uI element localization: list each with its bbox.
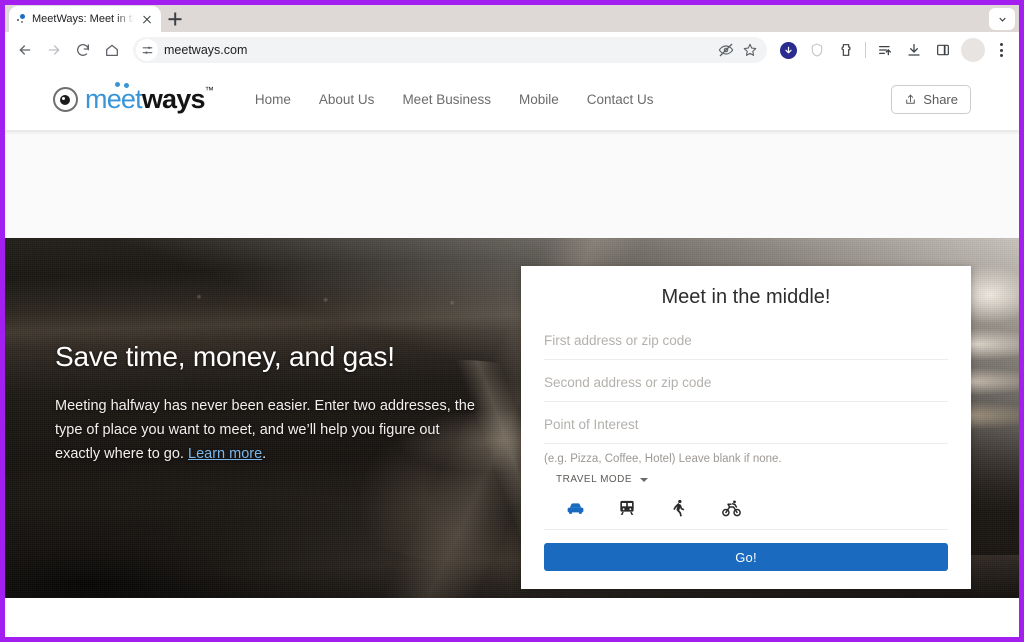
share-upload-icon	[906, 94, 916, 104]
travel-mode-walking-icon[interactable]	[668, 497, 690, 519]
reload-icon[interactable]	[69, 36, 97, 64]
shield-icon[interactable]	[803, 36, 831, 64]
three-dots-menu-icon[interactable]	[989, 37, 1013, 63]
back-arrow-icon[interactable]	[11, 36, 39, 64]
hero-heading: Save time, money, and gas!	[55, 341, 395, 372]
site-header: meetways™ Home About Us Meet Business Mo…	[5, 68, 1019, 130]
eye-logo-icon	[53, 86, 78, 112]
second-address-field[interactable]	[544, 374, 948, 402]
address-bar[interactable]: meetways.com	[133, 37, 767, 63]
home-icon[interactable]	[98, 36, 126, 64]
tab-title: MeetWays: Meet in the Midd	[32, 13, 134, 25]
hero-body-text-after: .	[262, 446, 267, 462]
travel-mode-dropdown[interactable]: TRAVEL MODE	[544, 474, 948, 485]
travel-mode-options	[544, 495, 948, 530]
go-button[interactable]: Go!	[544, 543, 948, 571]
page-viewport: meetways™ Home About Us Meet Business Mo…	[5, 68, 1019, 637]
address-bar-actions	[715, 39, 764, 61]
nav-item-about-us[interactable]: About Us	[319, 92, 375, 107]
logo-text-meet: meet	[85, 83, 143, 114]
tab-strip: MeetWays: Meet in the Midd	[5, 5, 1019, 32]
second-address-input[interactable]	[544, 375, 948, 390]
learn-more-link[interactable]: Learn more	[188, 446, 262, 462]
point-of-interest-field[interactable]	[544, 416, 948, 444]
travel-mode-label: TRAVEL MODE	[556, 474, 633, 485]
hero-section: Save time, money, and gas! Meeting halfw…	[5, 238, 1019, 598]
side-panel-icon[interactable]	[929, 36, 957, 64]
form-title: Meet in the middle!	[661, 286, 831, 308]
site-nav: Home About Us Meet Business Mobile Conta…	[255, 92, 654, 107]
travel-mode-transit-icon[interactable]	[616, 497, 638, 519]
extensions-puzzle-icon[interactable]	[832, 36, 860, 64]
meet-in-the-middle-form-card: Meet in the middle! (e.g. Pizza, Coffee,…	[521, 266, 971, 589]
forward-arrow-icon[interactable]	[40, 36, 68, 64]
logo-wordmark: meetways™	[85, 81, 214, 114]
browser-toolbar: meetways.com	[5, 32, 1019, 68]
travel-mode-car-icon[interactable]	[564, 497, 586, 519]
eye-off-icon[interactable]	[715, 39, 737, 61]
nav-item-contact-us[interactable]: Contact Us	[587, 92, 654, 107]
browser-tab-active[interactable]: MeetWays: Meet in the Midd	[9, 6, 161, 32]
first-address-input[interactable]	[544, 333, 948, 348]
nav-item-meet-business[interactable]: Meet Business	[402, 92, 491, 107]
logo-text-ways: ways	[141, 83, 206, 114]
nav-item-mobile[interactable]: Mobile	[519, 92, 559, 107]
star-icon[interactable]	[739, 39, 761, 61]
reading-list-icon[interactable]	[871, 36, 899, 64]
chevron-down-icon	[640, 477, 649, 482]
share-button-label: Share	[923, 91, 958, 107]
nav-item-home[interactable]: Home	[255, 92, 291, 107]
hero-copy: Save time, money, and gas! Meeting halfw…	[55, 341, 475, 466]
new-tab-icon[interactable]	[161, 6, 189, 32]
share-button[interactable]: Share	[891, 84, 971, 114]
first-address-field[interactable]	[544, 332, 948, 360]
url-text: meetways.com	[164, 43, 248, 57]
point-of-interest-helper-text: (e.g. Pizza, Coffee, Hotel) Leave blank …	[544, 453, 782, 465]
toolbar-divider	[865, 42, 866, 58]
chevron-down-icon[interactable]	[989, 8, 1015, 30]
meetways-favicon-icon	[15, 13, 27, 25]
download-notification-badge-icon[interactable]	[774, 36, 802, 64]
tune-sliders-icon[interactable]	[136, 39, 158, 61]
travel-mode-bicycling-icon[interactable]	[720, 497, 742, 519]
browser-window: MeetWays: Meet in the Midd meetways.com	[0, 0, 1024, 642]
site-logo[interactable]: meetways™	[53, 81, 214, 114]
close-icon[interactable]	[139, 11, 155, 27]
point-of-interest-input[interactable]	[544, 417, 948, 432]
hero-body: Meeting halfway has never been easier. E…	[55, 394, 475, 466]
logo-trademark: ™	[204, 84, 214, 95]
download-icon[interactable]	[900, 36, 928, 64]
avatar[interactable]	[961, 38, 985, 62]
content-gap	[5, 130, 1019, 238]
page-bottom-strip	[5, 598, 1019, 637]
